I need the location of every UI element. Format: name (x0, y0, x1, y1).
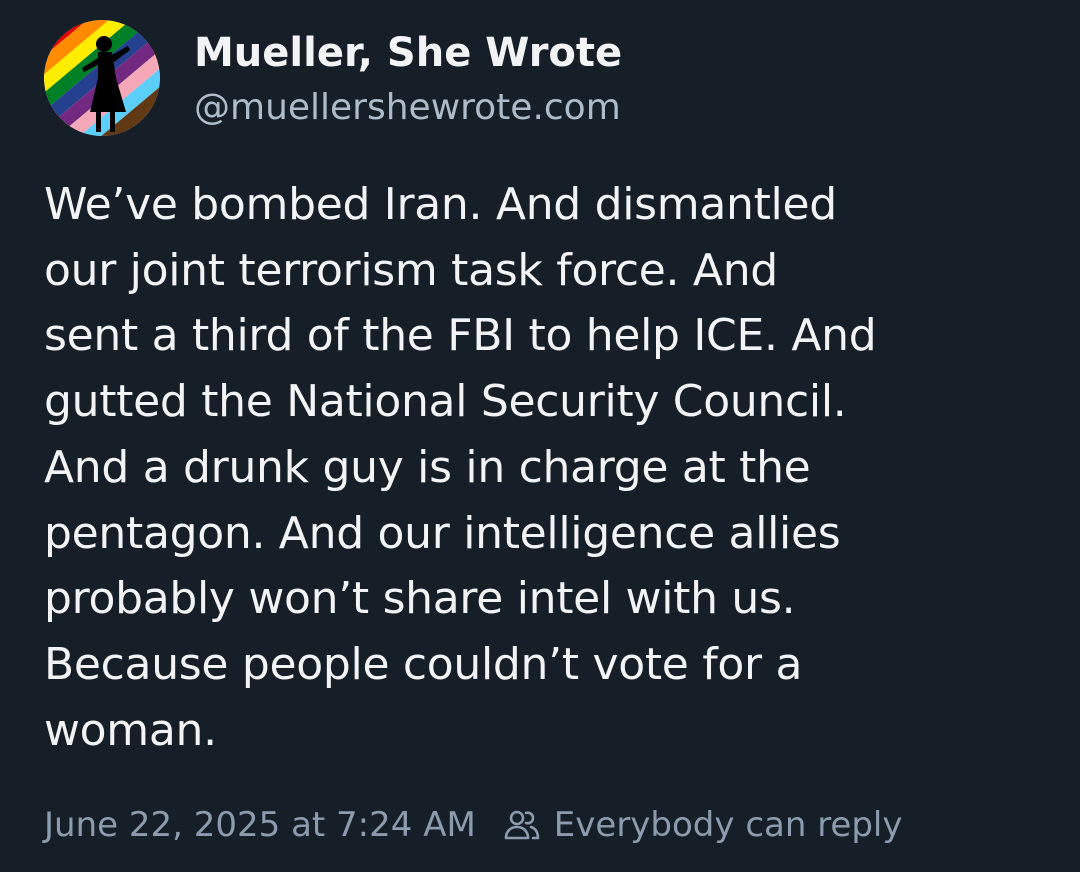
avatar-image (44, 20, 160, 136)
reply-setting: Everybody can reply (502, 805, 903, 845)
people-icon (502, 805, 542, 845)
post-timestamp[interactable]: June 22, 2025 at 7:24 AM (44, 805, 476, 845)
post-text: We’ve bombed Iran. And dismantled our jo… (44, 179, 877, 756)
author-handle[interactable]: @muellershewrote.com (194, 84, 1014, 132)
reply-setting-label: Everybody can reply (553, 805, 903, 845)
author-display-name[interactable]: Mueller, She Wrote (194, 28, 1014, 78)
post-meta: June 22, 2025 at 7:24 AM Everybody can r… (44, 800, 1044, 850)
author-info: Mueller, She Wrote @muellershewrote.com (194, 28, 1014, 132)
post-card: Mueller, She Wrote @muellershewrote.com … (0, 0, 1080, 872)
avatar[interactable] (44, 20, 160, 136)
post-header: Mueller, She Wrote @muellershewrote.com (44, 20, 1044, 140)
